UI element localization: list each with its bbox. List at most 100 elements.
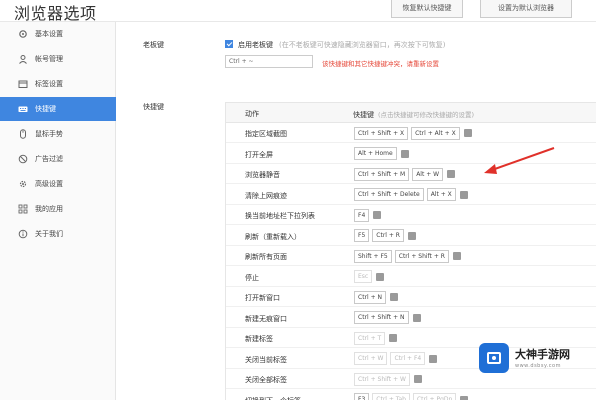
table-row: 新建无痕窗口 Ctrl + Shift + N <box>226 308 596 328</box>
shortcut-action-label: 切换到下一个标签 <box>245 396 301 400</box>
table-row: 停止 Esc <box>226 267 596 287</box>
add-shortcut-icon[interactable] <box>413 375 422 383</box>
apps-icon <box>17 203 29 215</box>
set-default-browser-button[interactable]: 设置为默认浏览器 <box>480 0 572 18</box>
add-shortcut-icon[interactable] <box>447 170 456 178</box>
table-header: 动作 快捷键 (点击快捷键可修改快捷键的设置) <box>226 103 596 123</box>
shortcut-keys: Ctrl + Shift + N <box>354 311 421 325</box>
shortcut-key-box[interactable]: Ctrl + T <box>354 331 386 345</box>
mouse-icon <box>17 128 29 140</box>
sidebar-item-shortcuts[interactable]: 快捷键 <box>0 97 116 121</box>
column-header-shortcut: 快捷键 (点击快捷键可修改快捷键的设置) <box>353 109 474 120</box>
restore-default-shortcuts-button[interactable]: 恢复默认快捷键 <box>391 0 463 18</box>
shortcut-action-label: 清除上网痕迹 <box>245 191 287 200</box>
add-shortcut-icon[interactable] <box>452 252 461 260</box>
boss-key-hint: (在不老板键可快速隐藏浏览器窗口，再次按下可恢复) <box>279 41 446 49</box>
shortcut-keys: Ctrl + Shift + Delete Alt + X <box>354 188 468 202</box>
shortcut-key-box[interactable]: Ctrl + PgDn <box>412 393 457 400</box>
block-icon <box>17 153 29 165</box>
shortcut-key-box[interactable]: Ctrl + F4 <box>390 352 426 365</box>
shortcut-key-box[interactable]: Alt + Home <box>354 147 397 160</box>
sidebar-item-mouse-gestures[interactable]: 鼠标手势 <box>0 122 116 146</box>
shortcut-key-box[interactable]: Ctrl + Shift + W <box>354 372 410 386</box>
sidebar-item-ad-filter[interactable]: 广告过滤 <box>0 147 116 171</box>
advanced-gear-icon <box>17 178 29 190</box>
shortcut-action-label: 浏览器静音 <box>245 171 280 179</box>
boss-key-checkbox-label: 启用老板键 <box>238 41 273 49</box>
table-row: 打开全屏 Alt + Home <box>226 144 596 164</box>
shortcut-key-box[interactable]: Ctrl + Shift + X <box>354 126 409 140</box>
sidebar-item-label: 标签设置 <box>35 80 63 88</box>
shortcut-key-box[interactable]: F3 <box>354 393 370 400</box>
shortcut-key-box[interactable]: Ctrl + Shift + N <box>354 311 409 324</box>
shortcut-key-box[interactable]: Esc <box>354 270 373 283</box>
add-shortcut-icon[interactable] <box>400 149 409 158</box>
add-shortcut-icon[interactable] <box>373 211 382 219</box>
shortcut-key-box[interactable]: Ctrl + Shift + Delete <box>354 188 424 201</box>
sidebar: 基本设置 帐号管理 标签设置 快捷键 鼠标手势 广告过滤 高级设置 我的应用 关… <box>0 22 116 400</box>
shortcut-key-box[interactable]: Ctrl + R <box>372 229 404 242</box>
boss-key-checkbox[interactable] <box>225 40 233 48</box>
add-shortcut-icon[interactable] <box>412 313 421 322</box>
shortcut-keys: Esc <box>354 270 385 284</box>
shortcut-key-box[interactable]: Ctrl + Alt + X <box>411 126 460 140</box>
watermark: 大神手游网 www.dsbsy.com <box>475 337 596 400</box>
add-shortcut-icon[interactable] <box>459 190 468 199</box>
info-icon <box>17 228 29 240</box>
shortcut-key-box[interactable]: Ctrl + Tab <box>372 393 410 400</box>
shortcut-key-box[interactable]: Ctrl + W <box>354 352 388 365</box>
sidebar-item-advanced[interactable]: 高级设置 <box>0 172 116 196</box>
sidebar-item-about[interactable]: 关于我们 <box>0 222 116 246</box>
window-title: 浏览器选项 <box>14 4 97 23</box>
shortcut-action-label: 打开全屏 <box>245 150 273 159</box>
shortcut-keys: Alt + Home <box>354 147 409 161</box>
title-bar: 浏览器选项 恢复默认快捷键 设置为默认浏览器 <box>0 0 596 23</box>
sidebar-item-account[interactable]: 帐号管理 <box>0 47 116 71</box>
watermark-name: 大神手游网 <box>515 348 570 361</box>
sidebar-item-label: 快捷键 <box>35 105 56 113</box>
shortcut-key-box[interactable]: F5 <box>354 229 370 242</box>
add-shortcut-icon[interactable] <box>376 272 385 281</box>
shortcut-keys: Shift + F5 Ctrl + Shift + R <box>354 249 461 263</box>
shortcut-action-label: 停止 <box>245 273 259 282</box>
table-row: 换当前地址栏下拉列表 F4 <box>226 205 596 225</box>
shortcut-key-box[interactable]: Shift + F5 <box>354 249 392 263</box>
sidebar-item-my-apps[interactable]: 我的应用 <box>0 197 116 221</box>
shortcut-key-box[interactable]: Alt + W <box>412 167 444 181</box>
shortcut-key-box[interactable]: Ctrl + Shift + R <box>394 249 449 263</box>
sidebar-item-label: 关于我们 <box>35 230 63 238</box>
add-shortcut-icon[interactable] <box>390 293 399 301</box>
shortcut-keys: Ctrl + Shift + M Alt + W <box>354 167 456 181</box>
table-row: 浏览器静音 Ctrl + Shift + M Alt + W <box>226 164 596 184</box>
add-shortcut-icon[interactable] <box>407 231 416 240</box>
shortcut-keys: Ctrl + N <box>354 290 399 304</box>
boss-key-input[interactable]: Ctrl + ~ <box>225 55 313 68</box>
column-header-shortcut-label: 快捷键 <box>353 111 374 119</box>
table-row: 刷新（重新载入） F5 Ctrl + R <box>226 226 596 246</box>
sidebar-item-label: 我的应用 <box>35 205 63 213</box>
sidebar-item-label: 帐号管理 <box>35 55 63 63</box>
gear-icon <box>17 28 29 40</box>
sidebar-item-basic-settings[interactable]: 基本设置 <box>0 22 116 46</box>
shortcut-key-box[interactable]: Ctrl + Shift + M <box>354 167 410 181</box>
sidebar-item-tabs[interactable]: 标签设置 <box>0 72 116 96</box>
shortcut-action-label: 关闭当前标签 <box>245 355 287 364</box>
shortcut-keys: F4 <box>354 208 382 222</box>
sidebar-item-label: 高级设置 <box>35 180 63 188</box>
sidebar-item-label: 基本设置 <box>35 30 63 38</box>
add-shortcut-icon[interactable] <box>429 354 438 363</box>
shortcut-action-label: 打开新窗口 <box>245 294 280 302</box>
user-icon <box>17 53 29 65</box>
shortcut-keys: Ctrl + Shift + X Ctrl + Alt + X <box>354 126 472 140</box>
shortcut-keys: F3 Ctrl + Tab Ctrl + PgDn <box>354 393 469 400</box>
shortcut-keys: Ctrl + T <box>354 331 398 345</box>
shortcut-key-box[interactable]: F4 <box>354 208 370 222</box>
add-shortcut-icon[interactable] <box>460 395 469 400</box>
table-row: 刷新所有页面 Shift + F5 Ctrl + Shift + R <box>226 246 596 266</box>
shortcut-key-box[interactable]: Ctrl + N <box>354 290 387 304</box>
table-row: 清除上网痕迹 Ctrl + Shift + Delete Alt + X <box>226 185 596 205</box>
add-shortcut-icon[interactable] <box>463 129 472 137</box>
add-shortcut-icon[interactable] <box>389 334 398 342</box>
shortcut-action-label: 新建标签 <box>245 335 273 343</box>
shortcut-key-box[interactable]: Alt + X <box>426 188 456 201</box>
